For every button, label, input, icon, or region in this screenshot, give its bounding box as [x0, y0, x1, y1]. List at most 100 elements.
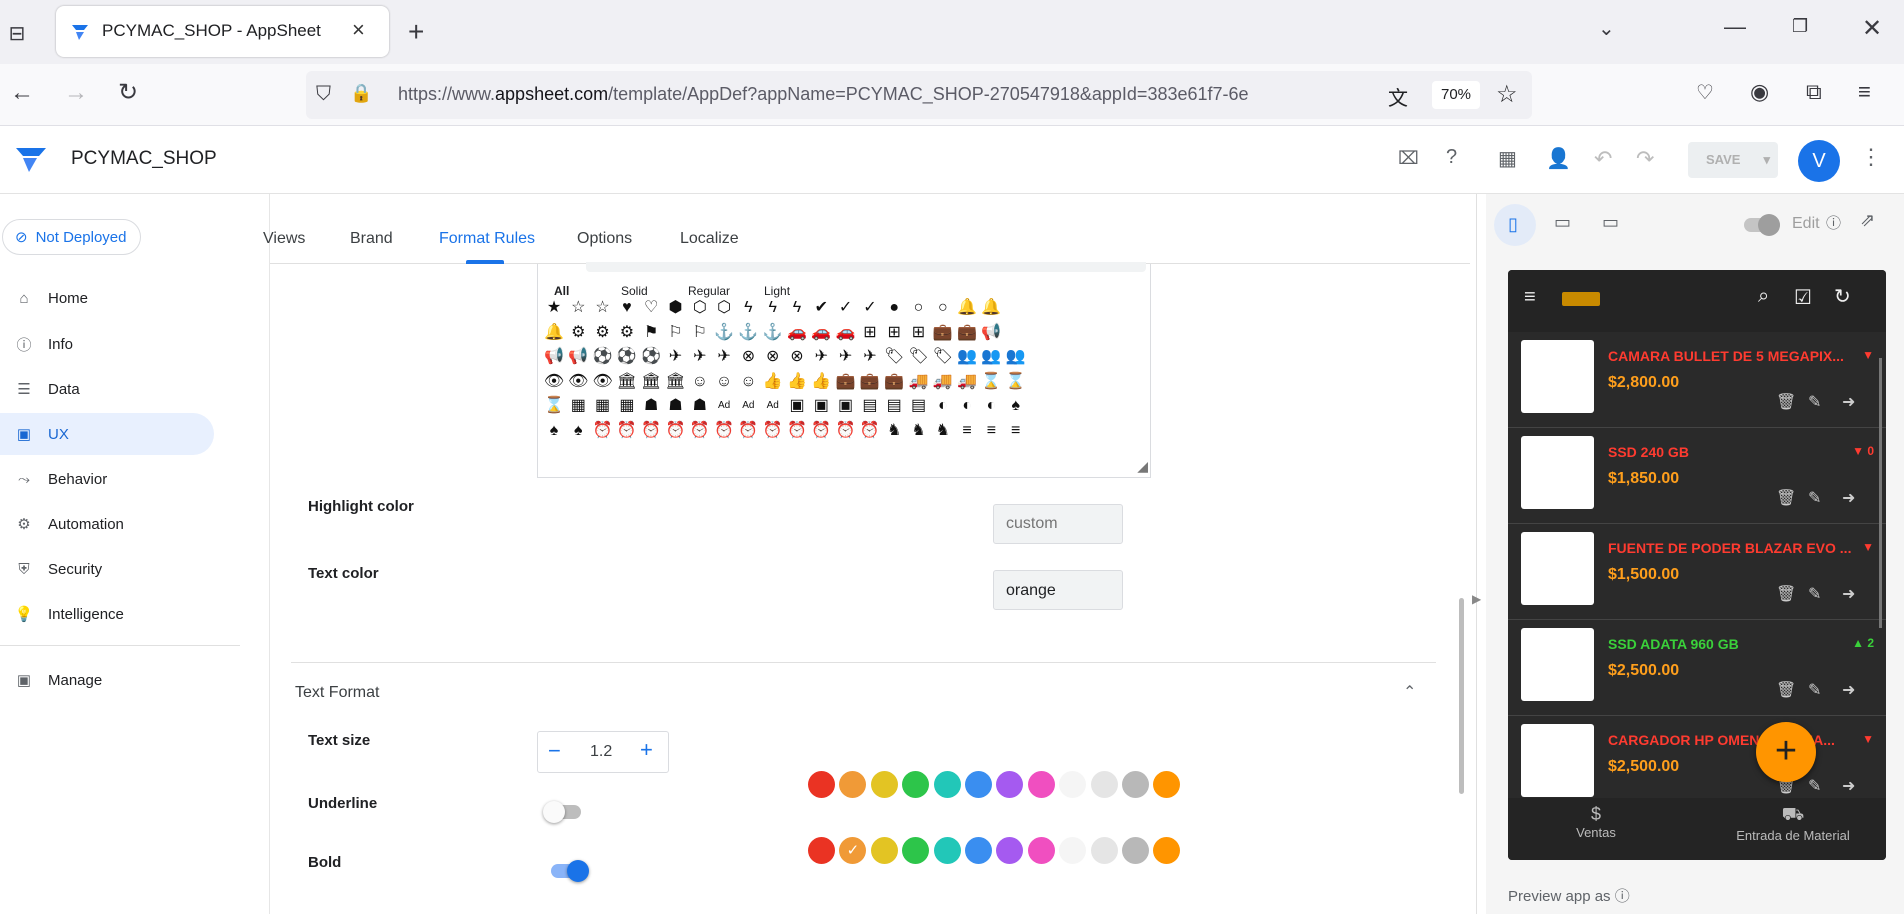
avatar[interactable]: V [1798, 140, 1840, 182]
icon-option[interactable]: ⚽ [639, 345, 663, 369]
icon-option[interactable]: ♡ [639, 296, 663, 320]
icon-option[interactable]: ϟ [736, 296, 760, 320]
close-window-icon[interactable]: ✕ [1862, 14, 1882, 43]
sidebar-item-intelligence[interactable]: 💡 Intelligence [0, 593, 124, 635]
icon-option[interactable]: ≡ [1004, 419, 1028, 443]
sidebar-item-info[interactable]: ⓘ Info [0, 323, 73, 365]
icon-option[interactable]: 🚗 [785, 321, 809, 345]
icon-option[interactable]: ⏰ [809, 419, 833, 443]
highlight-color-swatch[interactable] [965, 771, 992, 798]
icon-option[interactable]: ϟ [761, 296, 785, 320]
highlight-color-input[interactable] [993, 504, 1123, 544]
reload-icon[interactable]: ↻ [118, 78, 138, 107]
icon-option[interactable]: ▤ [907, 394, 931, 418]
url-text[interactable]: https://www.appsheet.com/template/AppDef… [398, 84, 1384, 105]
icon-option[interactable]: ⊞ [907, 321, 931, 345]
sidebar-item-security[interactable]: ⛨ Security [0, 548, 102, 590]
text-color-swatch[interactable] [902, 837, 930, 864]
text-color-swatch[interactable]: ✓ [839, 837, 867, 864]
underline-toggle[interactable] [543, 801, 581, 823]
new-tab-icon[interactable]: + [408, 16, 424, 48]
icon-option[interactable]: ◐ [979, 394, 1003, 418]
icon-option[interactable]: ☆ [566, 296, 590, 320]
icon-option[interactable]: 👍 [785, 370, 809, 394]
tab-list-icon[interactable]: ⊟ [2, 18, 32, 48]
preview-history-icon[interactable]: ⌧ [1398, 148, 1419, 169]
icon-option[interactable]: 🔔 [979, 296, 1003, 320]
restore-icon[interactable]: ❐ [1792, 16, 1808, 37]
pocket-icon[interactable]: ♡ [1696, 80, 1714, 105]
icon-option[interactable]: ♠ [542, 419, 566, 443]
icon-option[interactable]: 🏛 [615, 370, 639, 394]
table-view-icon[interactable]: ▦ [1498, 146, 1517, 171]
icon-option[interactable]: 🏛 [639, 370, 663, 394]
icon-option[interactable]: 📢 [979, 321, 1003, 345]
translate-icon[interactable]: 文 [1388, 82, 1408, 111]
icon-option[interactable]: ✈ [834, 345, 858, 369]
product-card[interactable]: SSD 240 GB $1,850.00 ▼ 0 🗑 ✎ ➜ [1508, 428, 1886, 524]
redo-icon[interactable]: ↷ [1636, 146, 1654, 172]
icon-option[interactable]: ⏰ [834, 419, 858, 443]
icon-option[interactable]: ⬡ [712, 296, 736, 320]
icon-option[interactable]: 🚚 [907, 370, 931, 394]
icon-option[interactable]: ⊞ [882, 321, 906, 345]
icon-option[interactable]: ⏰ [785, 419, 809, 443]
icon-option[interactable]: ⏰ [664, 419, 688, 443]
sidebar-item-manage[interactable]: ▣ Manage [0, 659, 102, 701]
icon-option[interactable]: ♞ [931, 419, 955, 443]
icon-option[interactable]: 🏷 [931, 345, 955, 369]
chevron-right-icon[interactable]: ➜ [1842, 488, 1855, 508]
icon-option[interactable]: ▤ [858, 394, 882, 418]
edit-icon[interactable]: ✎ [1808, 392, 1821, 412]
icon-option[interactable]: ☺ [736, 370, 760, 394]
icon-option[interactable]: ⏰ [712, 419, 736, 443]
icon-option[interactable]: ⊗ [761, 345, 785, 369]
text-color-swatch[interactable] [933, 837, 961, 864]
highlight-color-swatch[interactable] [839, 771, 867, 798]
icon-option[interactable]: ⏰ [688, 419, 712, 443]
icon-option[interactable]: 👁 [542, 370, 566, 394]
sidebar-item-data[interactable]: ☰ Data [0, 368, 79, 410]
icon-option[interactable]: 👍 [809, 370, 833, 394]
icon-option[interactable]: ✈ [809, 345, 833, 369]
icon-option[interactable]: ⌛ [1004, 370, 1028, 394]
back-icon[interactable]: ← [10, 79, 34, 107]
info-icon[interactable]: ⓘ [1615, 888, 1630, 905]
edit-toggle[interactable] [1744, 214, 1780, 236]
icon-option[interactable]: ≡ [979, 419, 1003, 443]
icon-option[interactable]: ⚓ [761, 321, 785, 345]
icon-option[interactable]: ▦ [615, 394, 639, 418]
icon-option[interactable]: 💼 [931, 321, 955, 345]
icon-option[interactable]: ● [882, 296, 906, 320]
text-color-swatch[interactable] [870, 837, 898, 864]
icon-option[interactable]: ⚐ [664, 321, 688, 345]
text-color-swatch[interactable] [1090, 837, 1118, 864]
icon-option[interactable]: ♞ [882, 419, 906, 443]
extensions-icon[interactable]: ⧉ [1806, 79, 1822, 105]
icon-option[interactable]: ✈ [688, 345, 712, 369]
highlight-color-swatch[interactable] [1059, 771, 1087, 798]
zoom-level[interactable]: 70% [1432, 81, 1480, 109]
icon-option[interactable]: ⏰ [591, 419, 615, 443]
icon-option[interactable]: ⌛ [542, 394, 566, 418]
icon-option[interactable]: ⌛ [979, 370, 1003, 394]
add-fab-button[interactable]: + [1756, 722, 1816, 782]
decrement-icon[interactable]: − [548, 738, 561, 764]
icon-option[interactable]: ⚽ [615, 345, 639, 369]
icon-option[interactable]: 💼 [858, 370, 882, 394]
icon-option[interactable]: Ad [712, 394, 736, 418]
tab-format-rules[interactable]: Format Rules [439, 230, 535, 248]
trash-icon[interactable]: 🗑 [1776, 584, 1796, 604]
highlight-color-swatch[interactable] [996, 771, 1024, 798]
text-color-swatch[interactable] [1153, 837, 1181, 864]
text-color-swatch[interactable] [996, 837, 1024, 864]
icon-option[interactable]: ○ [931, 296, 955, 320]
icon-option[interactable]: ♠ [1004, 394, 1028, 418]
sidebar-item-ux[interactable]: ▣ UX [0, 413, 214, 455]
help-icon[interactable]: ? [1446, 146, 1457, 169]
trash-icon[interactable]: 🗑 [1776, 392, 1796, 412]
icon-option[interactable]: 👍 [761, 370, 785, 394]
select-checkbox-icon[interactable]: ☑ [1794, 285, 1812, 310]
icon-option[interactable]: ○ [907, 296, 931, 320]
nav-entrada-material[interactable]: ⛟ Entrada de Material [1718, 804, 1868, 843]
